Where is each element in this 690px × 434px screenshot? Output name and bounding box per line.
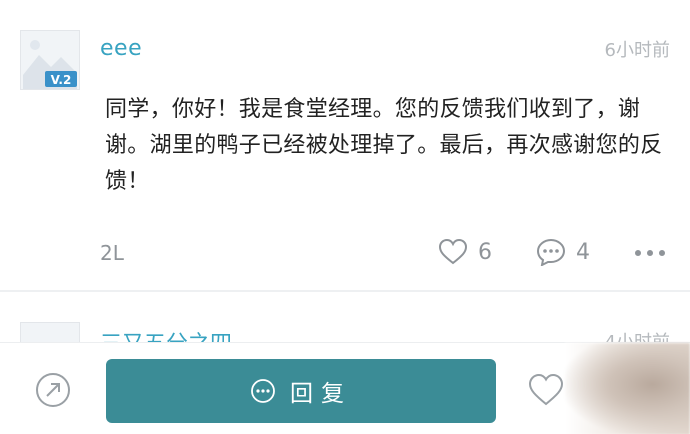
comment-bubble-icon (536, 238, 566, 266)
heart-icon (438, 238, 468, 265)
post-username[interactable]: eee (100, 36, 142, 61)
like-button[interactable]: 6 (438, 238, 492, 266)
post-time: 6小时前 (604, 40, 670, 61)
floor-number: 2L (100, 241, 124, 265)
bottom-action-bar: 回复 (0, 342, 690, 434)
more-options-icon[interactable] (632, 243, 668, 263)
heart-icon[interactable] (528, 373, 564, 407)
photo-thumbnail (565, 343, 690, 434)
chat-bubble-icon (250, 378, 276, 404)
post-divider (0, 290, 690, 292)
comment-button[interactable]: 4 (536, 238, 590, 266)
post-content: 同学，你好！我是食堂经理。您的反馈我们收到了，谢谢。湖里的鸭子已经被处理掉了。最… (105, 97, 663, 194)
reply-button[interactable]: 回复 (106, 359, 496, 423)
user-avatar[interactable]: V.2 (20, 30, 80, 90)
share-icon[interactable] (34, 371, 72, 409)
avatar-badge: V.2 (51, 73, 72, 87)
comment-count: 4 (576, 239, 590, 265)
avatar-placeholder-icon: V.2 (21, 31, 79, 89)
thread-page: V.2 eee 6小时前 同学，你好！我是食堂经理。您的反馈我们收到了，谢谢。湖… (0, 0, 690, 434)
like-count: 6 (478, 239, 492, 265)
reply-button-label: 回复 (290, 381, 352, 407)
